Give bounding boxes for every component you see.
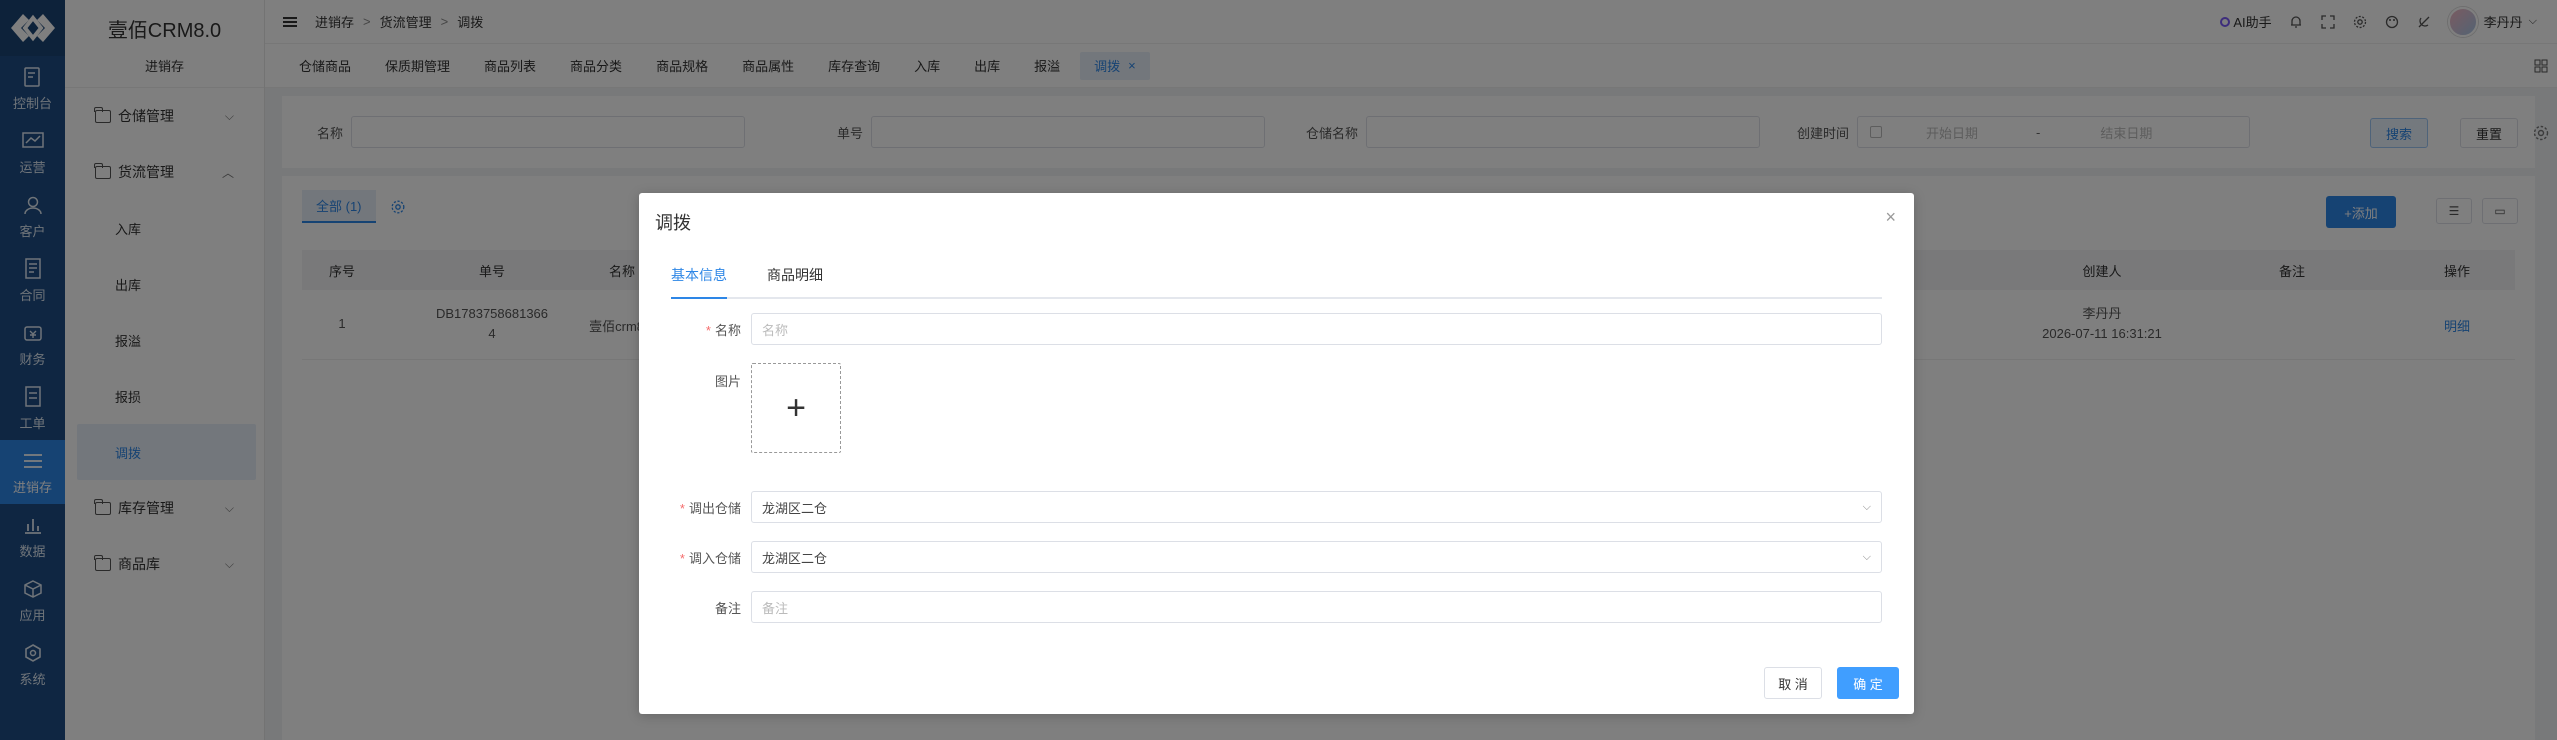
required-mark: * (679, 500, 685, 516)
in-warehouse-label: * 调入仓储 (639, 548, 751, 567)
required-mark: * (679, 550, 685, 566)
image-label: 图片 (714, 374, 741, 389)
tab-basic-info[interactable]: 基本信息 (671, 265, 727, 299)
out-warehouse-select[interactable]: 龙湖区二仓 ⌵ (751, 491, 1882, 523)
remark-label: 备注 (714, 600, 741, 616)
required-mark: * (705, 322, 711, 338)
image-upload-button[interactable]: + (751, 363, 841, 453)
form-row-in-warehouse: * 调入仓储 龙湖区二仓 ⌵ (639, 541, 1882, 573)
out-warehouse-label: * 调出仓储 (639, 498, 751, 517)
cancel-button[interactable]: 取 消 (1764, 667, 1822, 699)
form-row-remark: 备注 备注 (639, 591, 1882, 623)
form-row-name: * 名称 名称 (639, 313, 1882, 345)
in-warehouse-label-text: 调入仓储 (688, 550, 741, 566)
chevron-down-icon: ⌵ (1862, 550, 1871, 563)
dialog-title: 调拨 (655, 213, 691, 233)
confirm-button[interactable]: 确 定 (1837, 667, 1899, 699)
remark-input[interactable]: 备注 (751, 591, 1882, 623)
chevron-down-icon: ⌵ (1862, 500, 1871, 513)
tab-product-details[interactable]: 商品明细 (767, 265, 823, 297)
dialog-tabs: 基本信息 商品明细 (671, 265, 1882, 299)
out-warehouse-label-text: 调出仓储 (688, 500, 741, 516)
in-warehouse-value: 龙湖区二仓 (762, 550, 828, 566)
out-warehouse-value: 龙湖区二仓 (762, 500, 828, 516)
name-label: * 名称 (639, 320, 751, 339)
transfer-dialog: 调拨 × 基本信息 商品明细 * 名称 名称 图片 + * 调出仓储 龙湖区二仓 ⌵… (639, 193, 1914, 714)
in-warehouse-select[interactable]: 龙湖区二仓 ⌵ (751, 541, 1882, 573)
close-icon[interactable]: × (1885, 207, 1896, 228)
form-row-image: 图片 + (639, 363, 1882, 453)
form-row-out-warehouse: * 调出仓储 龙湖区二仓 ⌵ (639, 491, 1882, 523)
name-input[interactable]: 名称 (751, 313, 1882, 345)
name-label-text: 名称 (714, 322, 741, 338)
